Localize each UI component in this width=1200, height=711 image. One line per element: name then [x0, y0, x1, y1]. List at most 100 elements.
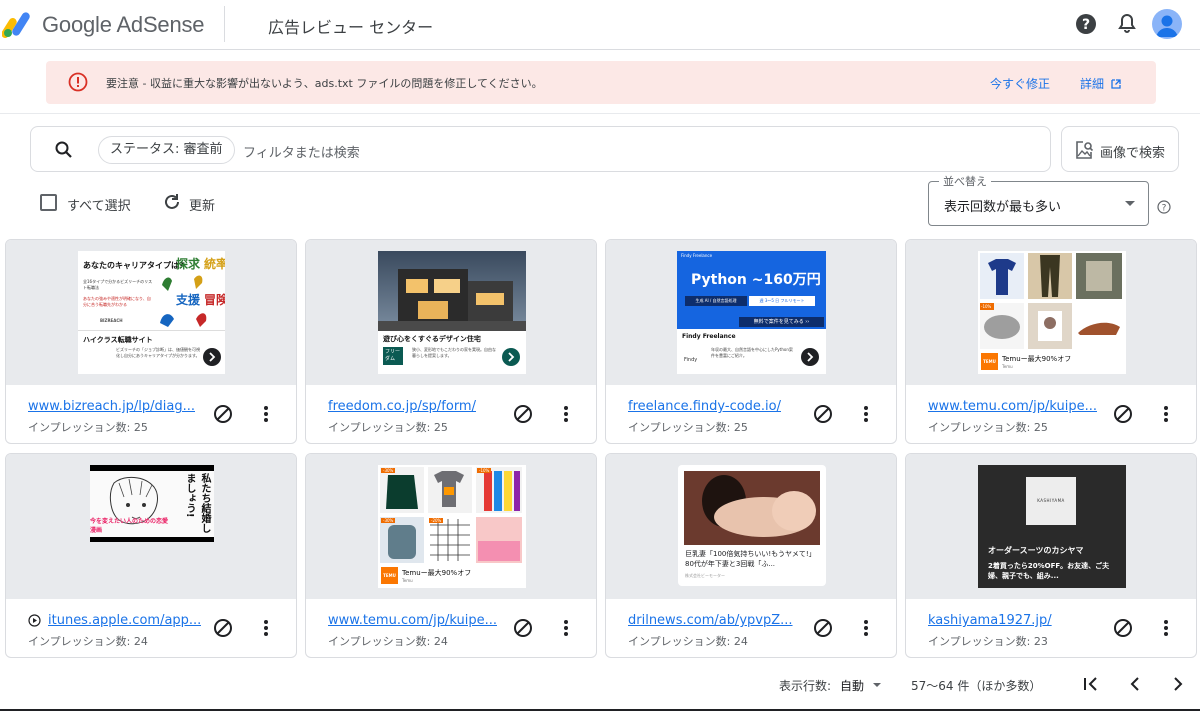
refresh-label[interactable]: 更新 — [189, 195, 215, 214]
ad-sub2: 週 3〜5 日 フルリモート — [749, 296, 815, 306]
ad-body: 年収の最大、自然言語を中心にしたPython案件を豊富にご紹介。 — [711, 347, 793, 358]
section-divider — [0, 113, 1200, 114]
image-search-icon — [1076, 141, 1094, 159]
svg-text:?: ? — [1162, 204, 1167, 214]
ad-creative[interactable]: Findy Freelance Python ~160万円 生成 AI / 自然… — [677, 251, 826, 374]
ad-thumbnail-area: Findy Freelance Python ~160万円 生成 AI / 自然… — [606, 240, 896, 385]
ad-cta-arrow-icon[interactable] — [203, 348, 221, 366]
bell-icon[interactable] — [1115, 12, 1139, 36]
select-all-checkbox[interactable] — [40, 194, 57, 211]
ad-title: Temuー最大90%オフ — [402, 569, 472, 577]
sort-help-icon[interactable]: ? — [1157, 200, 1171, 214]
ad-url-link[interactable]: drilnews.com/ab/ypvpZ... — [628, 613, 793, 628]
sort-select[interactable]: 並べ替え 表示回数が最も多い — [928, 173, 1149, 226]
block-icon[interactable] — [213, 404, 233, 424]
ad-url-link[interactable]: freelance.findy-code.io/ — [628, 399, 781, 414]
impressions-count: インプレッション数: 25 — [928, 421, 1048, 434]
ad-thumbnail-area: あなたのキャリアタイプは? 全16タイプで分かるビズリーチのリスト転職法 あなた… — [6, 240, 296, 385]
sort-value: 表示回数が最も多い — [944, 200, 1062, 215]
avatar[interactable] — [1152, 9, 1182, 39]
page-title: 広告レビュー センター — [268, 18, 434, 37]
ad-thumbnail-area: 遊び心をくすぐるデザイン住宅 フリーダム 狭小、変形地でもこだわりの家を実現。自… — [306, 240, 596, 385]
ad-logo: BIZREACH — [100, 318, 123, 323]
first-page-icon[interactable] — [1080, 673, 1102, 695]
brand-name[interactable]: Google AdSense — [42, 12, 205, 38]
page-range: 57〜64 件（ほか多数） — [911, 679, 1042, 693]
ad-cta-arrow-icon[interactable] — [801, 348, 819, 366]
block-icon[interactable] — [813, 404, 833, 424]
block-icon[interactable] — [813, 618, 833, 638]
block-icon[interactable] — [1113, 618, 1133, 638]
ad-note: あなたの強みや適性が明確になり、自分に合う転職先がわかる — [83, 296, 151, 307]
warning-icon — [68, 72, 88, 92]
ad-url-link[interactable]: www.temu.com/jp/kuipe... — [928, 399, 1097, 414]
manga-caption: 今を変えたい人のための恋愛漫画 — [90, 518, 169, 534]
adsense-logo-icon[interactable] — [2, 10, 36, 38]
more-vert-icon[interactable] — [262, 618, 270, 638]
rows-per-page-select[interactable]: 自動 — [840, 677, 864, 694]
ad-creative[interactable]: -10% TEMU Temuー最大90%オフ Temu — [978, 251, 1126, 374]
status-filter-chip[interactable]: ステータス: 審査前 — [98, 136, 235, 164]
block-icon[interactable] — [513, 404, 533, 424]
fix-now-link[interactable]: 今すぐ修正 — [990, 75, 1050, 92]
dropdown-caret-icon[interactable] — [873, 683, 881, 687]
ad-card[interactable]: 私たち結婚しましょう! 今を変えたい人のための恋愛漫画 itunes.apple… — [5, 453, 297, 658]
impressions-count: インプレッション数: 23 — [928, 635, 1048, 648]
svg-text:?: ? — [1082, 17, 1090, 33]
chevron-left-icon[interactable] — [1124, 673, 1146, 695]
ad-card[interactable]: 巨乳妻「100倍気持ちいい!もうヤメて!」80代が年下妻と3回戦「ふ... 株式… — [605, 453, 897, 658]
ad-card[interactable]: 遊び心をくすぐるデザイン住宅 フリーダム 狭小、変形地でもこだわりの家を実現。自… — [305, 239, 597, 444]
ad-url-link[interactable]: www.temu.com/jp/kuipe... — [328, 613, 497, 628]
more-vert-icon[interactable] — [562, 404, 570, 424]
ad-thumbnail-area: KASHIYAMA オーダースーツのカシヤマ 2着買ったら20%OFF。お友達、… — [906, 454, 1196, 599]
ad-creative[interactable]: 遊び心をくすぐるデザイン住宅 フリーダム 狭小、変形地でもこだわりの家を実現。自… — [378, 251, 526, 374]
ad-url-link[interactable]: freedom.co.jp/sp/form/ — [328, 399, 476, 414]
details-link[interactable]: 詳細 — [1080, 75, 1121, 92]
ad-creative[interactable]: あなたのキャリアタイプは? 全16タイプで分かるビズリーチのリスト転職法 あなた… — [78, 251, 225, 374]
ad-creative[interactable]: -30% -10% -30% -20% TEMU Temuー最大90%オフ Te… — [378, 465, 526, 588]
refresh-icon[interactable] — [162, 192, 182, 212]
ad-headline: Python ~160万円 — [691, 272, 821, 288]
ad-illustration — [160, 275, 207, 327]
manga-speech: 私たち結婚しましょう! — [186, 473, 210, 533]
filter-search-bar[interactable]: ステータス: 審査前 フィルタまたは検索 — [30, 126, 1051, 172]
more-vert-icon[interactable] — [862, 404, 870, 424]
image-search-label: 画像で検索 — [1100, 146, 1166, 161]
discount-badge: -10% — [981, 304, 992, 309]
ad-creative[interactable]: 巨乳妻「100倍気持ちいい!もうヤメて!」80代が年下妻と3回戦「ふ... 株式… — [678, 465, 826, 586]
rows-per-page-label: 表示行数: — [779, 679, 832, 693]
more-vert-icon[interactable] — [1162, 404, 1170, 424]
ad-card[interactable]: KASHIYAMA オーダースーツのカシヤマ 2着買ったら20%OFF。お友達、… — [905, 453, 1197, 658]
ad-card[interactable]: -10% TEMU Temuー最大90%オフ Temu www.temu.com… — [905, 239, 1197, 444]
select-all-label[interactable]: すべて選択 — [67, 195, 131, 214]
ad-url-link[interactable]: www.bizreach.jp/lp/diag... — [28, 399, 195, 414]
more-vert-icon[interactable] — [262, 404, 270, 424]
ad-cta[interactable]: 無料で案件を見てみる ›› — [739, 317, 824, 327]
help-icon[interactable]: ? — [1074, 12, 1098, 36]
chevron-right-icon[interactable] — [1167, 673, 1189, 695]
more-vert-icon[interactable] — [562, 618, 570, 638]
image-search-button[interactable]: 画像で検索 — [1061, 126, 1179, 172]
ad-card[interactable]: -30% -10% -30% -20% TEMU Temuー最大90%オフ Te… — [305, 453, 597, 658]
ad-creative[interactable]: 私たち結婚しましょう! 今を変えたい人のための恋愛漫画 — [90, 465, 214, 542]
ad-card[interactable]: あなたのキャリアタイプは? 全16タイプで分かるビズリーチのリスト転職法 あなた… — [5, 239, 297, 444]
ad-url-link[interactable]: itunes.apple.com/app... — [48, 613, 201, 628]
top-app-bar: Google AdSense 広告レビュー センター ? — [0, 0, 1200, 50]
more-vert-icon[interactable] — [1162, 618, 1170, 638]
ad-card[interactable]: Findy Freelance Python ~160万円 生成 AI / 自然… — [605, 239, 897, 444]
impressions-count: インプレッション数: 24 — [28, 635, 148, 648]
ad-url-link[interactable]: kashiyama1927.jp/ — [928, 613, 1052, 628]
ad-creative[interactable]: KASHIYAMA オーダースーツのカシヤマ 2着買ったら20%OFF。お友達、… — [978, 465, 1126, 588]
ad-sub: 株式会社ビーモーター — [685, 573, 725, 578]
block-icon[interactable] — [213, 618, 233, 638]
block-icon[interactable] — [1113, 404, 1133, 424]
ad-logo: フリーダム — [383, 347, 403, 365]
search-input[interactable]: フィルタまたは検索 — [243, 142, 360, 161]
more-vert-icon[interactable] — [862, 618, 870, 638]
block-icon[interactable] — [513, 618, 533, 638]
discount-badge: -30% — [381, 468, 396, 473]
ad-logo: KASHIYAMA — [1037, 498, 1065, 503]
ad-title: 巨乳妻「100倍気持ちいい!もうヤメて!」80代が年下妻と3回戦「ふ... — [685, 550, 816, 568]
ad-sub: Temu — [1002, 364, 1013, 369]
ad-cta-arrow-icon[interactable] — [502, 348, 520, 366]
